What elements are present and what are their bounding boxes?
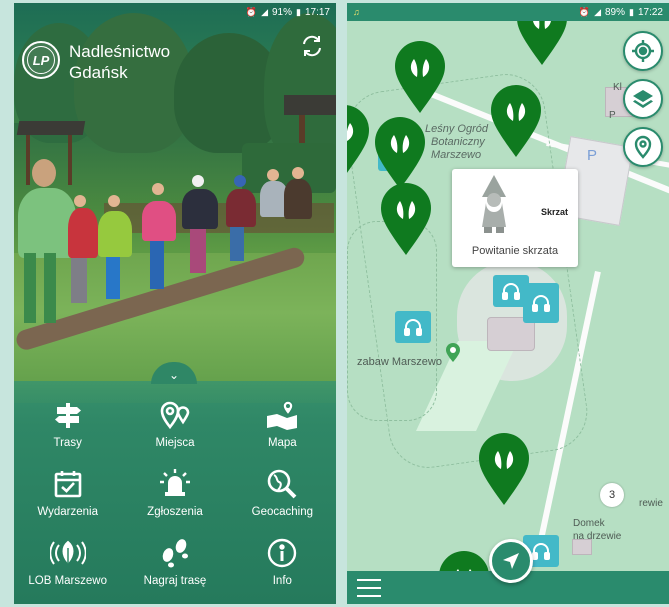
- left-phone-screen: ⏰ ◢ 91% ▮ 17:17 LP Nadleśnictwo Gdańsk ⌄…: [14, 3, 336, 604]
- map-label-partial-2: P: [609, 110, 616, 121]
- leaf-pin-marker[interactable]: [393, 39, 447, 120]
- menu-item-info[interactable]: Info: [229, 536, 336, 587]
- page-title: Nadleśnictwo Gdańsk: [69, 41, 170, 83]
- map-label-line: Marszewo: [431, 149, 482, 161]
- calendar-check-icon: [50, 467, 86, 501]
- map-label-line: Domek: [573, 518, 605, 529]
- title-line-1: Nadleśnictwo: [69, 42, 171, 61]
- globe-search-icon: [264, 467, 300, 501]
- layers-icon: [633, 90, 653, 108]
- menu-label: Miejsca: [155, 437, 195, 449]
- alarm-bell-icon: [157, 467, 193, 501]
- main-menu-grid: Trasy Miejsca Mapa Wydarzenia Zgłoszenia: [14, 398, 336, 587]
- audio-point-marker[interactable]: [395, 311, 431, 343]
- map-label-garden: Leśny Ogród Botaniczny Marszewo: [425, 123, 488, 162]
- status-bar: ⏰ ◢ 91% ▮ 17:17: [14, 3, 336, 21]
- signal-icon: ◢: [594, 6, 601, 17]
- navigation-arrow-icon: [503, 553, 519, 569]
- navigate-button[interactable]: [489, 539, 533, 583]
- location-pin-icon: [634, 135, 652, 159]
- audio-point-marker[interactable]: [523, 283, 559, 323]
- right-phone-screen: Leśny Ogród Botaniczny Marszewo zabaw Ma…: [347, 3, 669, 604]
- gnome-figure-icon: [476, 175, 512, 240]
- broadcast-leaf-icon: [49, 536, 86, 570]
- alarm-status-icon: ⏰: [245, 6, 258, 17]
- menu-item-wydarzenia[interactable]: Wydarzenia: [14, 467, 121, 518]
- leaf-pin-marker[interactable]: [489, 83, 543, 164]
- menu-label: Info: [272, 575, 292, 587]
- music-note-icon: ♫: [353, 7, 360, 17]
- menu-label: Mapa: [267, 437, 297, 449]
- map-label-line: na drzewie: [573, 531, 622, 542]
- map-label-cottage: Domek na drzewie: [573, 517, 621, 543]
- places-filter-button[interactable]: [623, 127, 663, 167]
- hamburger-menu-icon[interactable]: [357, 579, 381, 597]
- menu-item-zgloszenia[interactable]: Zgłoszenia: [121, 467, 228, 518]
- menu-item-miejsca[interactable]: Miejsca: [121, 398, 228, 449]
- battery-icon: ▮: [296, 6, 301, 17]
- refresh-icon[interactable]: [298, 33, 326, 61]
- title-line-2: Gdańsk: [69, 63, 128, 82]
- map-label-line: Leśny Ogród: [425, 123, 488, 135]
- leaf-pin-marker[interactable]: [379, 181, 433, 262]
- popup-title: Skrzat: [540, 207, 568, 217]
- menu-label: Zgłoszenia: [147, 506, 203, 518]
- battery-level: 89%: [605, 6, 626, 18]
- signal-icon: ◢: [261, 6, 268, 17]
- menu-label: Geocaching: [251, 506, 314, 518]
- battery-level: 91%: [272, 6, 293, 18]
- leaf-pin-marker[interactable]: [477, 431, 531, 512]
- menu-label: LOB Marszewo: [28, 575, 107, 587]
- parking-label: P: [587, 147, 598, 164]
- header-photo: [14, 3, 336, 403]
- menu-label: Nagraj trasę: [143, 575, 207, 587]
- menu-item-geocaching[interactable]: Geocaching: [229, 467, 336, 518]
- menu-label: Trasy: [53, 437, 82, 449]
- map-label-partial: Kl: [613, 82, 622, 93]
- chevron-down-icon: ⌄: [168, 368, 180, 382]
- menu-item-mapa[interactable]: Mapa: [229, 398, 336, 449]
- menu-item-nagraj-trase[interactable]: Nagraj trasę: [121, 536, 228, 587]
- menu-item-trasy[interactable]: Trasy: [14, 398, 121, 449]
- clock: 17:22: [637, 6, 663, 18]
- map-label-line: Botaniczny: [431, 136, 485, 148]
- footprints-icon: [157, 536, 193, 570]
- forestry-logo: LP: [22, 41, 60, 79]
- menu-item-lob-marszewo[interactable]: LOB Marszewo: [14, 536, 121, 587]
- crosshair-icon: [632, 40, 654, 62]
- clock: 17:17: [304, 6, 330, 18]
- info-icon: [264, 536, 300, 570]
- places-pin-icon: [157, 398, 193, 432]
- layers-button[interactable]: [623, 79, 663, 119]
- marker-cluster[interactable]: 3: [600, 483, 624, 507]
- battery-icon: ▮: [629, 6, 634, 17]
- marker-popup[interactable]: Skrzat Powitanie skrzata: [452, 169, 578, 267]
- map-icon: [264, 398, 300, 432]
- map-label-playground: zabaw Marszewo: [357, 356, 442, 368]
- signpost-icon: [50, 398, 86, 432]
- leaf-pin-marker[interactable]: [347, 103, 371, 184]
- status-bar: ♫ ⏰ ◢ 89% ▮ 17:22: [347, 3, 669, 21]
- map-label-cottage-2: rewie: [639, 498, 663, 509]
- playground-marker-icon[interactable]: [445, 343, 461, 368]
- alarm-status-icon: ⏰: [578, 6, 591, 17]
- popup-description: Powitanie skrzata: [471, 245, 559, 257]
- my-location-button[interactable]: [623, 31, 663, 71]
- menu-label: Wydarzenia: [37, 506, 98, 518]
